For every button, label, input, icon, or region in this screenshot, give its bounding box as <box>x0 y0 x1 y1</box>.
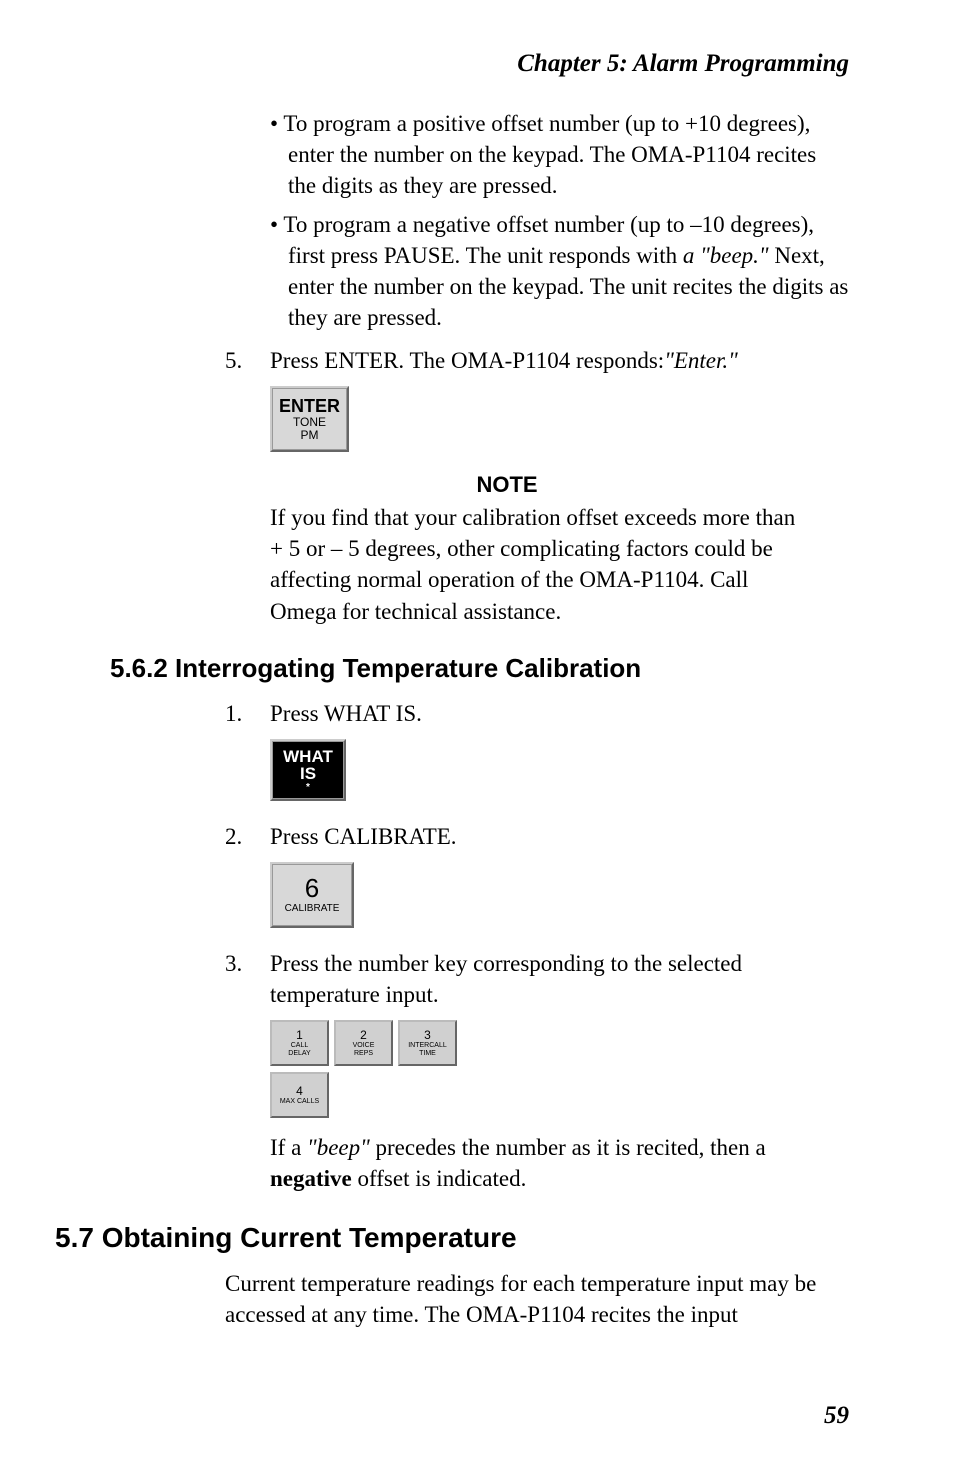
calibrate-key: 6 CALIBRATE <box>270 862 354 928</box>
step-562-3: 3. Press the number key corresponding to… <box>225 948 849 1010</box>
numkey-b: REPS <box>354 1050 373 1057</box>
step-text: Press the number key corresponding to th… <box>270 948 849 1010</box>
step-562-2: 2. Press CALIBRATE. <box>225 821 849 852</box>
step-5: 5. Press ENTER. The OMA-P1104 responds:"… <box>225 345 849 376</box>
step-num: 1. <box>225 698 270 729</box>
after-keys-para: If a "beep" precedes the number as it is… <box>270 1132 849 1194</box>
step-text: Press ENTER. The OMA-P1104 responds:"Ent… <box>270 345 849 376</box>
numkey-4: 4 MAX CALLS <box>270 1072 329 1118</box>
enter-key-l3: PM <box>301 429 319 442</box>
bullet-item: • To program a negative offset number (u… <box>270 209 849 333</box>
whatis-key: WHAT IS * <box>270 739 346 801</box>
numkey-n: 4 <box>296 1085 303 1097</box>
step-italic: "Enter." <box>664 348 738 373</box>
step-num: 3. <box>225 948 270 1010</box>
numkey-b: DELAY <box>288 1050 310 1057</box>
step-num: 5. <box>225 345 270 376</box>
bullet-italic: a "beep." <box>683 243 769 268</box>
enter-key-inner: ENTER TONE PM <box>272 388 347 450</box>
enter-key-l2: TONE <box>293 416 326 429</box>
note-body: If you find that your calibration offset… <box>270 502 809 626</box>
numkey-a: CALL <box>291 1042 309 1049</box>
whatis-key-row: WHAT IS * <box>270 739 849 801</box>
whatis-l3: * <box>306 783 310 794</box>
whatis-l2: IS <box>300 765 316 783</box>
section-57-heading: 5.7 Obtaining Current Temperature <box>55 1222 849 1254</box>
ak-pre: If a <box>270 1135 307 1160</box>
numkey-n: 2 <box>360 1029 367 1041</box>
whatis-key-top: WHAT IS * <box>273 742 343 798</box>
numkeys-row-2: 4 MAX CALLS <box>270 1072 849 1118</box>
ak-post: offset is indicated. <box>352 1166 527 1191</box>
ak-mid: precedes the number as it is recited, th… <box>370 1135 766 1160</box>
bullet-text: To program a positive offset number (up … <box>283 111 816 198</box>
step-num: 2. <box>225 821 270 852</box>
step-562-1: 1. Press WHAT IS. <box>225 698 849 729</box>
numkey-n: 3 <box>424 1029 431 1041</box>
numkey-b: TIME <box>419 1050 436 1057</box>
numkey-1: 1 CALL DELAY <box>270 1020 329 1066</box>
step-text: Press CALIBRATE. <box>270 821 849 852</box>
numkey-3: 3 INTERCALL TIME <box>398 1020 457 1066</box>
section-562-heading: 5.6.2 Interrogating Temperature Calibrat… <box>110 653 849 684</box>
enter-key-l1: ENTER <box>279 397 340 416</box>
ak-italic: "beep" <box>307 1135 370 1160</box>
chapter-header: Chapter 5: Alarm Programming <box>165 50 849 78</box>
note-heading: NOTE <box>165 472 849 498</box>
step-pre: Press ENTER. The OMA-P1104 responds: <box>270 348 664 373</box>
enter-key: ENTER TONE PM <box>270 386 349 452</box>
numkey-a: MAX CALLS <box>280 1098 319 1105</box>
numkeys-row-1: 1 CALL DELAY 2 VOICE REPS 3 INTERCALL TI… <box>270 1020 849 1066</box>
calibrate-key-l2: CALIBRATE <box>285 904 340 915</box>
calibrate-key-row: 6 CALIBRATE <box>270 862 849 928</box>
section-57-body: Current temperature readings for each te… <box>225 1268 849 1330</box>
calibrate-key-l1: 6 <box>305 875 319 902</box>
numkey-2: 2 VOICE REPS <box>334 1020 393 1066</box>
numkey-a: INTERCALL <box>408 1042 447 1049</box>
numkey-n: 1 <box>296 1029 303 1041</box>
page: Chapter 5: Alarm Programming • To progra… <box>0 0 954 1475</box>
step-text: Press WHAT IS. <box>270 698 849 729</box>
numkey-a: VOICE <box>353 1042 375 1049</box>
enter-key-row: ENTER TONE PM <box>270 386 849 452</box>
page-number: 59 <box>824 1402 849 1430</box>
ak-bold: negative <box>270 1166 352 1191</box>
whatis-l1: WHAT <box>283 748 333 766</box>
bullet-item: • To program a positive offset number (u… <box>270 108 849 201</box>
calibrate-key-inner: 6 CALIBRATE <box>272 864 352 926</box>
